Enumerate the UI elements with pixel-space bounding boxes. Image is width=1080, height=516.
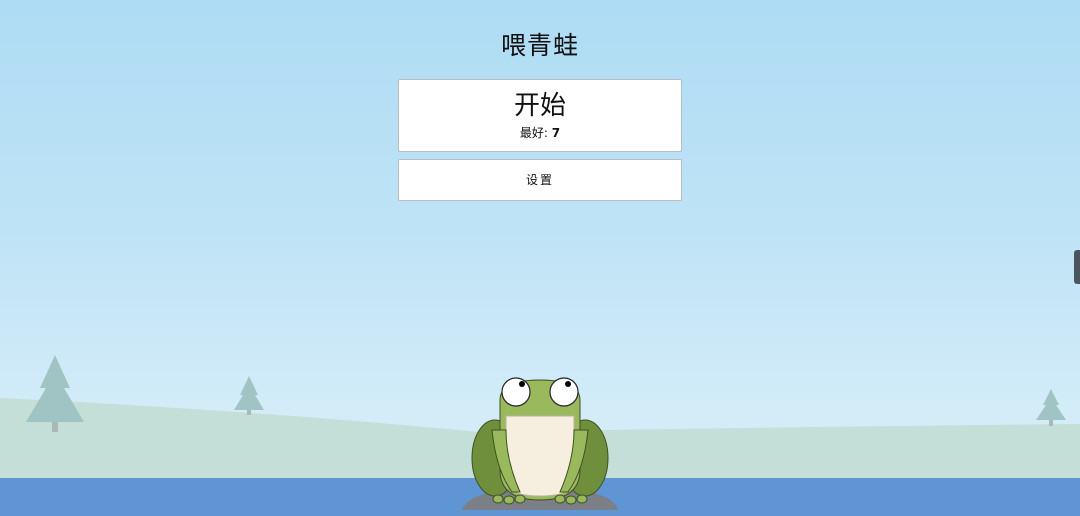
pine-tree-icon bbox=[1036, 389, 1066, 426]
start-button[interactable]: 开始 最好: 7 bbox=[398, 79, 682, 152]
game-title: 喂青蛙 bbox=[500, 31, 579, 60]
settings-button[interactable]: 设置 bbox=[398, 159, 682, 201]
game-scene bbox=[0, 355, 1080, 516]
best-score-label: 最好: bbox=[519, 126, 548, 140]
pine-tree-icon bbox=[26, 355, 84, 432]
pine-tree-icon bbox=[234, 376, 264, 415]
start-button-label: 开始 bbox=[513, 91, 566, 121]
side-panel-tab[interactable] bbox=[1074, 250, 1080, 284]
best-score: 最好: 7 bbox=[399, 124, 681, 141]
best-score-value: 7 bbox=[551, 126, 561, 140]
frog-icon[interactable] bbox=[471, 377, 609, 505]
